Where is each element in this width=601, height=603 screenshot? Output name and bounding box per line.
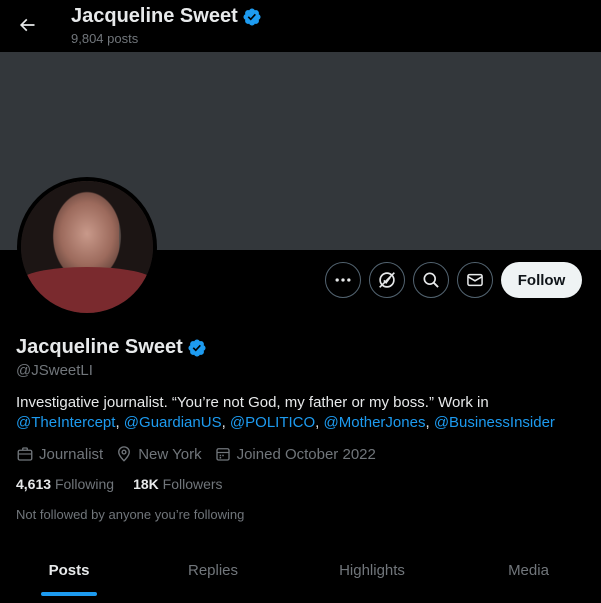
search-button[interactable] [413,262,449,298]
followers-count: 18K [133,476,159,492]
more-button[interactable] [325,262,361,298]
category-text: Journalist [39,445,104,463]
profile-stats: 4,613 Following 18K Followers [16,476,242,492]
profile-display-name: Jacqueline Sweet [16,336,207,359]
top-bar: Jacqueline Sweet 9,804 posts [0,0,601,52]
bio-mention-politico[interactable]: @POLITICO [230,414,315,431]
header-name: Jacqueline Sweet [71,5,262,28]
calendar-icon [215,448,230,461]
tab-media[interactable]: Media [456,548,601,592]
bio-mention-theintercept[interactable]: @TheIntercept [16,414,115,431]
location-text: New York [138,445,202,463]
search-icon [423,272,439,288]
bio-mention-guardianus[interactable]: @GuardianUS [124,414,222,431]
bio-separator: , [115,414,124,431]
profile-bio: Investigative journalist. “You’re not Go… [16,393,586,433]
following-label: Following [54,476,115,492]
tab-highlights[interactable]: Highlights [288,548,456,592]
bio-separator: , [315,414,324,431]
following-count: 4,613 [16,476,52,492]
back-button[interactable] [10,8,44,42]
following-link[interactable]: 4,613 Following [16,476,114,492]
follow-button[interactable]: Follow [501,262,582,298]
active-tab-indicator [41,592,97,596]
arrow-left-icon [19,18,35,32]
briefcase-icon [17,447,33,461]
followers-link[interactable]: 18K Followers [133,476,222,492]
verified-badge-icon[interactable] [187,338,207,358]
bio-separator: , [425,414,434,431]
profile-category: Journalist [16,445,103,463]
bio-mention-motherjones[interactable]: @MotherJones [324,414,426,431]
bio-separator: , [221,414,230,431]
bio-text: Investigative journalist. “You’re not Go… [16,394,489,411]
bio-mention-businessinsider[interactable]: @BusinessInsider [434,414,555,431]
profile-meta: Journalist New York Joined October 2022 [16,444,388,464]
message-icon [467,273,483,287]
message-button[interactable] [457,262,493,298]
verified-badge-icon[interactable] [242,7,262,27]
avatar[interactable] [21,181,153,313]
profile-joined: Joined October 2022 [214,445,376,463]
mutual-followers-text: Not followed by anyone you’re following [16,507,245,522]
avatar-shirt [21,267,153,313]
subscribe-button[interactable] [369,262,405,298]
display-name-text: Jacqueline Sweet [16,336,183,358]
joined-text: Joined October 2022 [236,445,376,463]
followers-label: Followers [162,476,223,492]
tab-posts[interactable]: Posts [0,548,138,592]
location-pin-icon [118,446,131,462]
tab-replies[interactable]: Replies [138,548,288,592]
subscribe-icon [379,272,395,288]
profile-location: New York [115,445,202,463]
header-name-text: Jacqueline Sweet [71,5,238,27]
header-post-count: 9,804 posts [71,31,139,46]
profile-handle: @JSweetLI [16,362,93,379]
avatar-frame[interactable] [17,177,157,317]
more-icon [335,278,351,282]
